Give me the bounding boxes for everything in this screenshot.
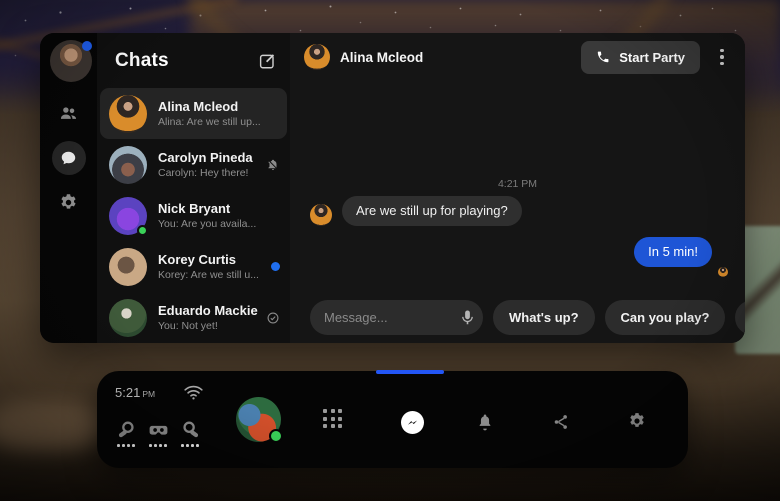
avatar [109, 95, 147, 133]
start-party-label: Start Party [619, 50, 685, 65]
environment-floor-highlight [0, 400, 105, 450]
right-controller-status [178, 419, 202, 447]
online-dot [137, 225, 148, 236]
outgoing-message: In 5 min! [634, 237, 712, 267]
chat-row-nick[interactable]: Nick Bryant You: Are you availa... [97, 190, 290, 241]
sender-avatar [310, 204, 332, 226]
chats-title: Chats [115, 50, 169, 72]
chats-tab[interactable] [40, 141, 97, 175]
contact-name: Alina Mcleod [340, 50, 423, 65]
incoming-bubble: Are we still up for playing? [342, 196, 522, 226]
outgoing-bubble: In 5 min! [634, 237, 712, 267]
seen-indicator-avatar [718, 267, 728, 277]
active-app-indicator [376, 370, 444, 374]
contacts-icon[interactable] [40, 103, 97, 124]
compose-icon[interactable] [258, 52, 276, 70]
chat-preview: Alina: Are we still up... [158, 116, 261, 128]
stars [0, 0, 1, 1]
chat-name: Carolyn Pineda [158, 150, 253, 165]
avatar [109, 299, 147, 337]
delivered-check-icon [266, 311, 280, 325]
chat-row-carolyn[interactable]: Carolyn Pineda Carolyn: Hey there! [97, 139, 290, 190]
conversation-header: Alina Mcleod Start Party [290, 33, 745, 81]
contact-avatar [304, 44, 330, 70]
chat-preview: Carolyn: Hey there! [158, 167, 253, 179]
chat-preview: You: Not yet! [158, 320, 258, 332]
messenger-window: Chats Alina Mcleod Alina: Are we still u… [40, 33, 745, 343]
battery-level [117, 444, 135, 447]
messenger-app-icon[interactable] [401, 411, 424, 434]
share-icon[interactable] [552, 413, 570, 431]
chat-row-alina[interactable]: Alina Mcleod Alina: Are we still up... [100, 88, 287, 139]
composer: What's up? Can you play? In 5 min! [310, 300, 745, 335]
user-avatar[interactable] [236, 397, 281, 442]
quick-reply[interactable]: What's up? [493, 300, 595, 335]
message-timestamp: 4:21 PM [290, 178, 745, 190]
chat-preview: You: Are you availa... [158, 218, 256, 230]
quick-reply[interactable]: Can you play? [605, 300, 726, 335]
settings-icon[interactable] [40, 192, 97, 213]
mic-icon[interactable] [458, 308, 477, 327]
system-taskbar: 5:21PM [97, 371, 688, 468]
muted-bell-icon [266, 158, 280, 172]
chat-preview: Korey: Are we still u... [158, 269, 259, 281]
battery-level [149, 444, 167, 447]
nav-rail [40, 33, 97, 343]
notifications-icon[interactable] [475, 412, 495, 432]
vr-home-screen: Chats Alina Mcleod Alina: Are we still u… [0, 0, 780, 501]
chat-name: Korey Curtis [158, 252, 259, 267]
quick-reply[interactable]: In 5 min! [735, 300, 745, 335]
unread-dot [271, 262, 280, 271]
chat-bubble-icon [52, 141, 86, 175]
conversation-panel: Alina Mcleod Start Party 4:21 PM Are we … [290, 33, 745, 343]
incoming-message: Are we still up for playing? [310, 196, 522, 226]
avatar [109, 146, 147, 184]
battery-level [181, 444, 199, 447]
chat-name: Eduardo Mackie [158, 303, 258, 318]
chat-row-korey[interactable]: Korey Curtis Korey: Are we still u... [97, 241, 290, 292]
clock: 5:21PM [115, 385, 155, 400]
chat-list-header: Chats [97, 33, 290, 88]
notification-dot [82, 41, 92, 51]
profile-avatar[interactable] [50, 40, 92, 82]
avatar [109, 248, 147, 286]
headset-status [146, 419, 170, 447]
avatar [109, 197, 147, 235]
more-options-icon[interactable] [711, 49, 733, 66]
chat-name: Nick Bryant [158, 201, 256, 216]
chat-name: Alina Mcleod [158, 99, 261, 114]
phone-icon [596, 50, 610, 64]
left-controller-status [114, 419, 138, 447]
settings-icon[interactable] [627, 411, 647, 431]
start-party-button[interactable]: Start Party [581, 41, 700, 74]
chat-list: Chats Alina Mcleod Alina: Are we still u… [97, 33, 290, 343]
wifi-icon [183, 383, 204, 401]
online-dot [269, 429, 283, 443]
chat-row-eduardo[interactable]: Eduardo Mackie You: Not yet! [97, 292, 290, 343]
app-library-icon[interactable] [323, 409, 342, 428]
